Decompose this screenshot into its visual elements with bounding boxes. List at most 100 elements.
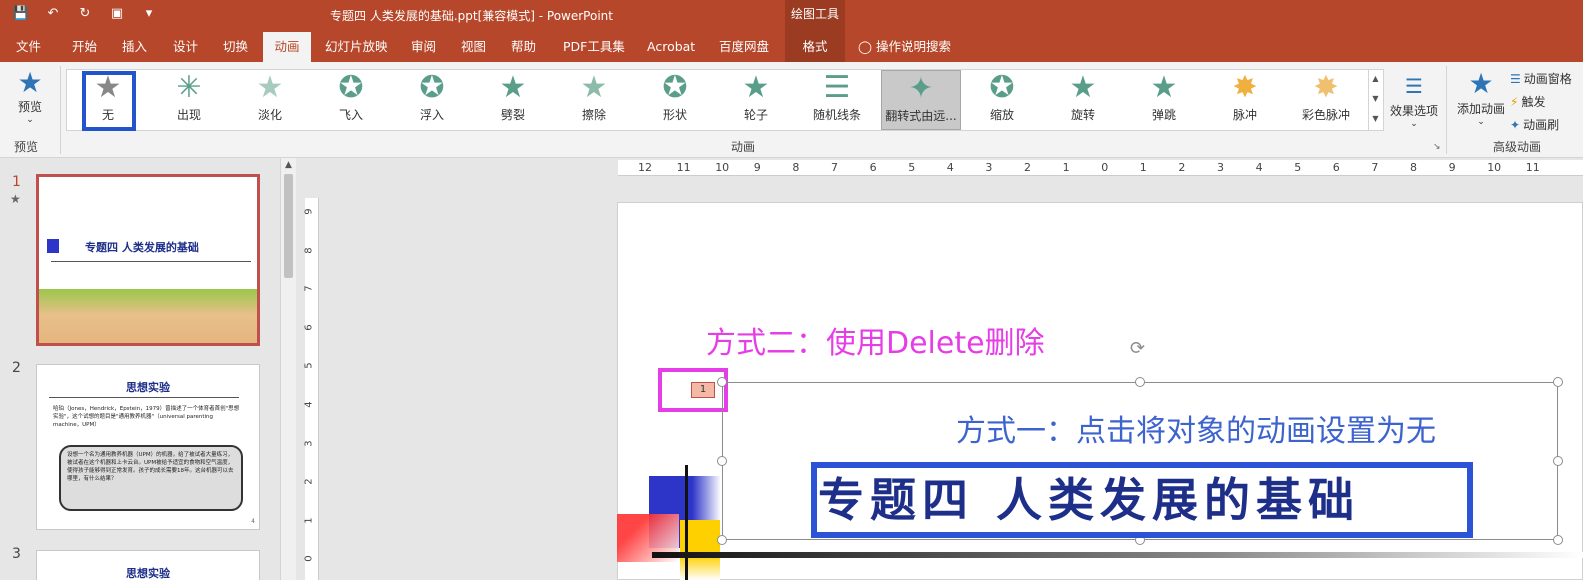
title-underline [51,261,251,262]
ruler-label: 7 [303,285,315,292]
tab-baidu-netdisk[interactable]: 百度网盘 [715,32,773,62]
slide-thumbnail-1[interactable]: 专题四 人类发展的基础 [36,174,260,346]
document-title: 专题四 人类发展的基础.ppt[兼容模式] - PowerPoint [330,9,613,23]
pane-icon: ☰ [1510,72,1521,86]
star-bars-icon: ☰ [823,70,851,105]
star-fly-icon: ✪ [338,70,364,105]
gallery-more-icon[interactable]: ▼ [1369,109,1382,129]
animation-color-pulse[interactable]: ✸ 彩色脉冲 [1289,70,1363,130]
resize-handle[interactable] [1553,456,1563,466]
star-split-icon: ★ [499,70,527,105]
slides-panel: 1 ★ 专题四 人类发展的基础 2 思想实验 哈珀（Jones，Hendrick… [0,158,280,580]
ruler-label: 6 [1332,161,1340,174]
present-icon[interactable]: ▣ [108,6,126,21]
ruler-label: 11 [676,161,691,174]
ruler-label: 3 [303,439,315,447]
animation-gallery: ★ 无 ✳ 出现 ★ 淡化 ✪ 飞入 ✪ 浮入 ★ 劈裂 ★ 擦除 ✪ 形状 ★ 轮子 ☰ 随机线条… [66,69,1384,131]
chevron-down-icon: ⌄ [26,115,34,125]
animation-float-in[interactable]: ✪ 浮入 [395,70,469,130]
tab-format[interactable]: 格式 [785,32,845,62]
animation-fade[interactable]: ★ 淡化 [233,70,307,130]
animation-split[interactable]: ★ 劈裂 [476,70,550,130]
tab-review[interactable]: 审阅 [407,32,440,62]
effect-options-button[interactable]: ☰ 效果选项 ⌄ [1388,70,1440,129]
tab-design[interactable]: 设计 [169,32,202,62]
star-burst-icon: ✳ [176,70,202,105]
redo-icon[interactable]: ↻ [76,6,94,21]
ruler-label: 2 [1178,161,1186,174]
resize-handle[interactable] [1553,535,1563,545]
animation-order-tag[interactable]: 1 [691,382,715,398]
animation-grow-turn[interactable]: ✦ 翻转式由远... [881,70,961,130]
ruler-label: 9 [1448,161,1456,174]
ruler-label: 5 [303,362,315,370]
tab-home[interactable]: 开始 [68,32,101,62]
thumb-bullet: 哈珀（Jones，Hendrick，Epstein，1979）曾描述了一个体育者… [53,406,240,428]
resize-handle[interactable] [1135,377,1145,387]
tab-view[interactable]: 视图 [457,32,490,62]
scroll-thumb[interactable] [284,174,293,278]
resize-handle[interactable] [717,535,727,545]
ruler-label: 1 [303,517,315,524]
dialog-launcher-icon[interactable]: ↘ [1433,142,1441,152]
star-icon: ★ [256,70,284,105]
resize-handle[interactable] [717,456,727,466]
lightning-icon: ⚡ [1510,95,1519,109]
deco-horizontal-line [652,552,1583,558]
animation-zoom[interactable]: ✪ 缩放 [965,70,1039,130]
animation-pulse[interactable]: ✸ 脉冲 [1208,70,1282,130]
add-animation-button[interactable]: ★ 添加动画 ⌄ [1456,67,1506,128]
gallery-up-icon[interactable]: ▲ [1369,69,1382,89]
animation-appear[interactable]: ✳ 出现 [152,70,226,130]
animation-wipe[interactable]: ★ 擦除 [557,70,631,130]
star-swivel-icon: ★ [1069,70,1097,105]
add-star-icon: ★ [1468,67,1494,100]
resize-handle[interactable] [1553,377,1563,387]
ruler-label: 4 [946,161,954,174]
tab-pdf-tools[interactable]: PDF工具集 [559,32,629,62]
gallery-down-icon[interactable]: ▼ [1369,89,1382,109]
animation-swivel[interactable]: ★ 旋转 [1046,70,1120,130]
resize-handle[interactable] [717,377,727,387]
deco-vertical-line [685,465,688,580]
tab-insert[interactable]: 插入 [118,32,151,62]
ruler-label: 4 [1255,161,1263,174]
slide-thumbnail-3[interactable]: 思想实验 [36,550,260,580]
gallery-scroller[interactable]: ▲ ▼ ▼ [1368,69,1382,131]
star-zoom-icon: ✪ [989,70,1015,105]
scroll-up-icon[interactable]: ▲ [281,158,296,172]
tab-animations[interactable]: 动画 [263,32,311,62]
animation-ribbon: ★ 预览 ⌄ 预览 ★ 无 ✳ 出现 ★ 淡化 ✪ 飞入 ✪ 浮入 ★ 劈裂 ★ 擦除 ✪ 形状… [0,62,1583,158]
animation-bounce[interactable]: ★ 弹跳 [1127,70,1201,130]
slide-thumbnail-2[interactable]: 思想实验 哈珀（Jones，Hendrick，Epstein，1979）曾描述了… [36,364,260,530]
animation-painter-button[interactable]: ✦ 动画刷 [1510,116,1559,133]
tab-slideshow[interactable]: 幻灯片放映 [321,32,392,62]
animation-shape[interactable]: ✪ 形状 [638,70,712,130]
tell-me-search[interactable]: ◯ 操作说明搜索 [858,32,951,62]
tab-transitions[interactable]: 切换 [219,32,252,62]
tab-file[interactable]: 文件 [12,32,45,62]
animation-wheel[interactable]: ★ 轮子 [719,70,793,130]
rotate-handle-icon[interactable]: ⟳ [1130,338,1145,359]
trigger-button[interactable]: ⚡ 触发 [1510,93,1545,110]
slides-scrollbar[interactable]: ▲ [280,158,296,580]
animation-random-bars[interactable]: ☰ 随机线条 [800,70,874,130]
ruler-label: 8 [1410,161,1417,174]
tab-acrobat[interactable]: Acrobat [643,32,699,62]
slide-title[interactable]: 专题四 人类发展的基础 [818,470,1468,530]
save-icon[interactable]: 💾 [12,6,30,21]
deco-square [47,239,59,253]
preview-button[interactable]: ★ 预览 ⌄ [10,68,50,126]
star-color-pulse-icon: ✸ [1313,70,1339,105]
tab-help[interactable]: 帮助 [507,32,540,62]
group-divider [60,66,61,154]
animation-fly-in[interactable]: ✪ 飞入 [314,70,388,130]
undo-icon[interactable]: ↶ [44,6,62,21]
ruler-label: 6 [303,324,315,331]
customize-icon[interactable]: ▾ [140,6,158,21]
ruler-label: 3 [1217,161,1224,174]
animation-pane-button[interactable]: ☰ 动画窗格 [1510,70,1572,87]
title-underline [49,397,239,398]
ruler-label: 0 [1101,161,1109,174]
star-bounce-icon: ★ [1150,70,1178,105]
